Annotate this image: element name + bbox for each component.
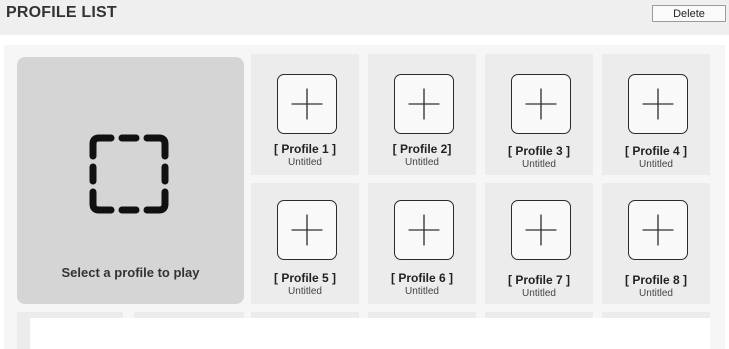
profile-name: [ Profile 2] — [392, 142, 452, 156]
lower-panel — [30, 318, 710, 349]
profile-slot-2[interactable]: [ Profile 2] Untitled — [368, 54, 476, 175]
select-profile-panel: Select a profile to play — [17, 57, 244, 304]
profile-subtitle: Untitled — [405, 286, 439, 297]
plus-icon — [394, 200, 454, 260]
plus-icon — [277, 200, 337, 260]
profile-subtitle: Untitled — [639, 288, 673, 299]
profile-name: [ Profile 5 ] — [273, 271, 336, 285]
profile-subtitle: Untitled — [288, 157, 322, 168]
plus-icon — [394, 74, 454, 134]
page-title: PROFILE LIST — [6, 4, 117, 21]
delete-button[interactable]: Delete — [652, 5, 726, 22]
profile-slot-1[interactable]: [ Profile 1 ] Untitled — [251, 54, 359, 175]
profile-slot-4[interactable]: [ Profile 4 ] Untitled — [602, 54, 710, 175]
profile-name: [ Profile 6 ] — [390, 271, 453, 285]
profile-slot-5[interactable]: [ Profile 5 ] Untitled — [251, 183, 359, 304]
plus-icon — [628, 200, 688, 260]
profile-slot-6[interactable]: [ Profile 6 ] Untitled — [368, 183, 476, 304]
dashed-square-icon — [89, 134, 169, 214]
profile-subtitle: Untitled — [522, 159, 556, 170]
profile-subtitle: Untitled — [405, 157, 439, 168]
profile-subtitle: Untitled — [522, 288, 556, 299]
profile-slot-8[interactable]: [ Profile 8 ] Untitled — [602, 183, 710, 304]
profile-slot-3[interactable]: [ Profile 3 ] Untitled — [485, 54, 593, 175]
profile-name: [ Profile 3 ] — [507, 144, 570, 158]
header-bar: PROFILE LIST Delete — [0, 0, 729, 35]
plus-icon — [277, 74, 337, 134]
profile-name: [ Profile 4 ] — [624, 144, 687, 158]
profile-name: [ Profile 7 ] — [507, 273, 570, 287]
profile-name: [ Profile 8 ] — [624, 273, 687, 287]
plus-icon — [628, 74, 688, 134]
profile-name: [ Profile 1 ] — [273, 142, 336, 156]
plus-icon — [511, 74, 571, 134]
select-profile-label: Select a profile to play — [61, 265, 200, 280]
profile-subtitle: Untitled — [288, 286, 322, 297]
profile-slot-7[interactable]: [ Profile 7 ] Untitled — [485, 183, 593, 304]
profile-subtitle: Untitled — [639, 159, 673, 170]
plus-icon — [511, 200, 571, 260]
